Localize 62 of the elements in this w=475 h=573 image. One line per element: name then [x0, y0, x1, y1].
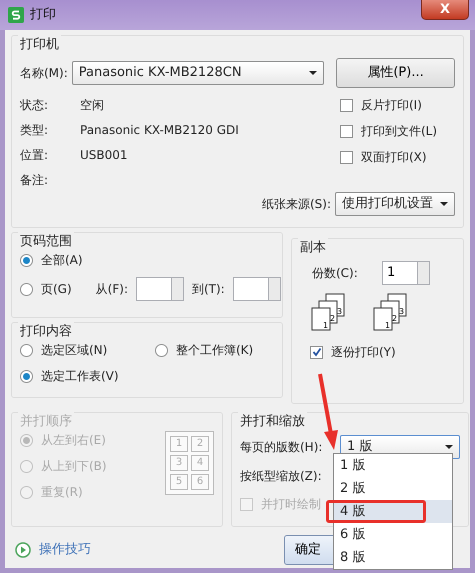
checkbox[interactable] [310, 346, 323, 358]
dropdown-option[interactable]: 6 版 [334, 523, 452, 546]
radio-label: 重复(R) [41, 484, 83, 501]
page-number: 3 [170, 455, 188, 471]
radio-button[interactable] [20, 344, 33, 356]
page-to-field[interactable] [232, 277, 269, 301]
radio-label: 全部(A) [41, 252, 83, 269]
radio-label: 从左到右(E) [41, 432, 106, 449]
spinner-icon[interactable] [172, 277, 184, 301]
play-icon [15, 542, 31, 558]
info-label: 类型: [20, 122, 50, 139]
field-label: 到(T): [192, 281, 225, 298]
radio-button[interactable] [20, 282, 33, 296]
copies-field[interactable]: 1 [382, 261, 418, 285]
field-label: 纸张来源(S): [262, 196, 331, 213]
caret-icon [445, 445, 453, 449]
dropdown-option[interactable]: 8 版 [334, 546, 452, 569]
app-icon [8, 7, 24, 23]
checkbox-label: 逐份打印(Y) [331, 344, 396, 361]
tips-link[interactable]: 操作技巧 [39, 540, 91, 560]
radio-label: 选定区域(N) [41, 342, 108, 359]
info-value: USB001 [80, 147, 128, 164]
checkbox-label: 反片打印(I) [361, 97, 422, 114]
paper-source-select[interactable]: 使用打印机设置 [335, 192, 455, 216]
page-number: 1 [170, 436, 188, 452]
checkbox[interactable] [340, 150, 353, 164]
spinner-icon[interactable] [268, 277, 281, 301]
info-value: Panasonic KX-MB2120 GDI [80, 122, 239, 139]
radio-label: 页(G) [41, 281, 72, 298]
info-value: 空闲 [80, 97, 104, 114]
dropdown-option[interactable]: 2 版 [334, 477, 452, 500]
field-label: 份数(C): [312, 265, 359, 282]
caret-icon [440, 202, 448, 206]
radio-button[interactable] [155, 344, 168, 356]
field-label: 按纸型缩放(Z): [240, 469, 322, 483]
checkbox-label: 双面打印(X) [361, 149, 427, 166]
page-number: 5 [170, 474, 188, 490]
field-label: 从(F): [96, 281, 128, 298]
radio-label: 选定工作表(V) [41, 368, 119, 385]
info-label: 位置: [20, 147, 50, 164]
page-number: 4 [191, 455, 209, 471]
info-label: 备注: [20, 172, 50, 189]
radio-label: 从上到下(B) [41, 458, 107, 475]
page-number: 2 [191, 436, 209, 452]
spinner-icon[interactable] [418, 261, 430, 285]
window-title: 打印 [30, 6, 56, 24]
checkbox-label: 打印到文件(L) [361, 123, 438, 140]
field-label: 名称(M): [20, 65, 68, 82]
radio-button[interactable] [20, 370, 33, 382]
checkbox[interactable] [340, 98, 353, 112]
close-button[interactable]: X [421, 0, 469, 20]
radio-button[interactable] [20, 254, 33, 266]
caret-icon [309, 71, 318, 75]
page-number: 6 [191, 474, 209, 490]
field-label: 每页的版数(H): [240, 439, 324, 456]
properties-button[interactable]: 属性(P)... [336, 58, 455, 88]
page-from-field[interactable] [136, 277, 172, 301]
checkbox[interactable] [340, 124, 353, 138]
radio-label: 整个工作簿(K) [176, 342, 254, 359]
printer-select[interactable]: Panasonic KX-MB2128CN [72, 61, 324, 85]
checkbox-label: 并打时绘制 [261, 496, 321, 513]
info-label: 状态: [20, 97, 50, 114]
